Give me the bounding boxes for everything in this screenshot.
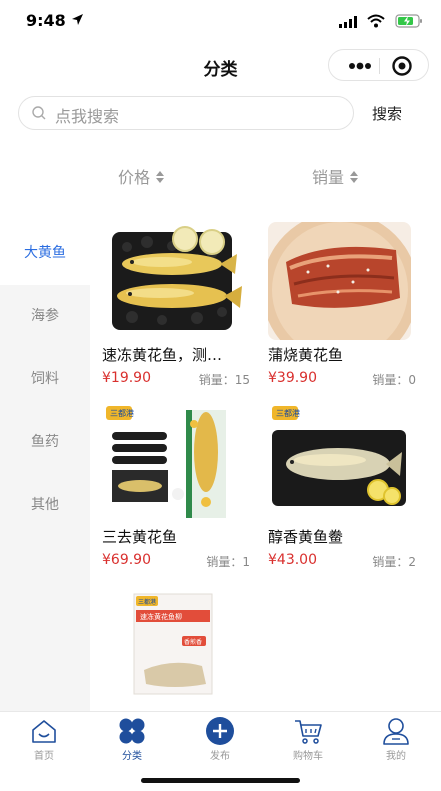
product-image[interactable]: 三都港 速冻黄花鱼柳 香煎香	[102, 588, 245, 698]
home-indicator	[141, 778, 300, 783]
mini-program-capsule	[328, 49, 429, 81]
product-card[interactable]: 三都港 醇香黄鱼鲞 ¥43.00 销量：2	[268, 404, 416, 574]
sort-price-label: 价格	[118, 168, 151, 187]
home-icon	[32, 720, 56, 743]
sidebar-item-fish-medicine[interactable]: 鱼药	[0, 411, 90, 474]
package-title-text: 速冻黄花鱼柳	[140, 612, 182, 621]
product-sales: 销量：0	[372, 373, 416, 387]
product-price: ¥69.90	[102, 552, 151, 568]
product-image[interactable]	[268, 222, 411, 340]
tab-publish[interactable]: 发布	[190, 716, 250, 768]
category-icon	[119, 718, 145, 744]
grilled-fish-image	[268, 222, 411, 340]
tab-cart[interactable]: 购物车	[278, 716, 338, 768]
close-target-icon[interactable]	[391, 55, 413, 77]
product-name: 醇香黄鱼鲞	[268, 528, 344, 546]
product-sales: 销量：1	[206, 555, 250, 569]
cellular-signal-icon	[339, 16, 357, 28]
product-sales: 销量：15	[198, 373, 250, 387]
wifi-icon	[367, 14, 385, 28]
product-card[interactable]: 三都港 速冻黄花鱼柳 香煎香	[102, 588, 250, 698]
tab-label: 分类	[122, 751, 142, 762]
nav-bar: 分类	[0, 44, 441, 88]
product-card[interactable]: 蒲烧黄花鱼 ¥39.90 销量：0	[268, 222, 416, 392]
search-button[interactable]: 搜索	[372, 103, 402, 124]
dried-fish-image: 三都港	[268, 404, 411, 522]
brand-logo-text: 三都港	[110, 408, 134, 418]
fish-fillet-package-image: 三都港 速冻黄花鱼柳 香煎香	[102, 588, 245, 698]
brand-logo-text: 三都港	[276, 408, 300, 418]
brand-logo-text: 三都港	[138, 598, 156, 606]
package-badge-text: 香煎香	[184, 638, 202, 646]
sidebar-item-large-yellow-croaker[interactable]: 大黄鱼	[0, 222, 90, 285]
battery-icon	[395, 14, 422, 28]
product-image[interactable]: 三都港	[102, 404, 245, 522]
status-time: 9:48	[26, 11, 66, 30]
fish-on-ice-image	[102, 222, 245, 340]
product-price: ¥43.00	[268, 552, 317, 568]
sort-arrows-icon	[350, 171, 359, 183]
profile-icon	[383, 718, 409, 745]
more-icon[interactable]	[342, 58, 378, 74]
sidebar-item-sea-cucumber[interactable]: 海参	[0, 285, 90, 348]
tab-home[interactable]: 首页	[14, 716, 74, 768]
packaged-fish-image: 三都港	[102, 404, 245, 522]
sidebar-item-other[interactable]: 其他	[0, 474, 90, 537]
tab-category[interactable]: 分类	[102, 716, 162, 768]
tab-label: 发布	[210, 751, 230, 762]
sort-arrows-icon	[156, 171, 165, 183]
status-bar: 9:48	[0, 0, 441, 44]
category-sidebar: 大黄鱼 海参 饲料 鱼药 其他	[0, 222, 90, 711]
sort-by-sales[interactable]: 销量	[312, 164, 359, 188]
product-price: ¥39.90	[268, 370, 317, 386]
product-image[interactable]: 三都港	[268, 404, 411, 522]
product-name: 速冻黄花鱼，测…	[102, 346, 223, 364]
location-arrow-icon	[72, 14, 83, 25]
product-price: ¥19.90	[102, 370, 151, 386]
product-name: 蒲烧黄花鱼	[268, 346, 344, 364]
sort-sales-label: 销量	[312, 168, 345, 187]
product-card[interactable]: 三都港 三去黄花鱼 ¥69.90 销量：1	[102, 404, 250, 574]
cart-icon	[295, 720, 322, 744]
sidebar-item-feed[interactable]: 饲料	[0, 348, 90, 411]
search-icon	[32, 106, 46, 120]
publish-icon	[206, 717, 234, 745]
product-card[interactable]: 速冻黄花鱼，测… ¥19.90 销量：15	[102, 222, 250, 392]
search-placeholder: 点我搜索	[55, 107, 120, 126]
tab-profile[interactable]: 我的	[366, 716, 426, 768]
search-input[interactable]: 点我搜索	[18, 96, 354, 130]
sort-bar: 价格 销量	[0, 160, 441, 190]
product-sales: 销量：2	[372, 555, 416, 569]
product-image[interactable]	[102, 222, 245, 340]
sort-by-price[interactable]: 价格	[118, 164, 165, 188]
tab-label: 购物车	[293, 751, 323, 762]
capsule-divider	[379, 58, 380, 74]
product-name: 三去黄花鱼	[102, 528, 178, 546]
tab-label: 我的	[386, 751, 406, 762]
tab-label: 首页	[34, 751, 54, 762]
